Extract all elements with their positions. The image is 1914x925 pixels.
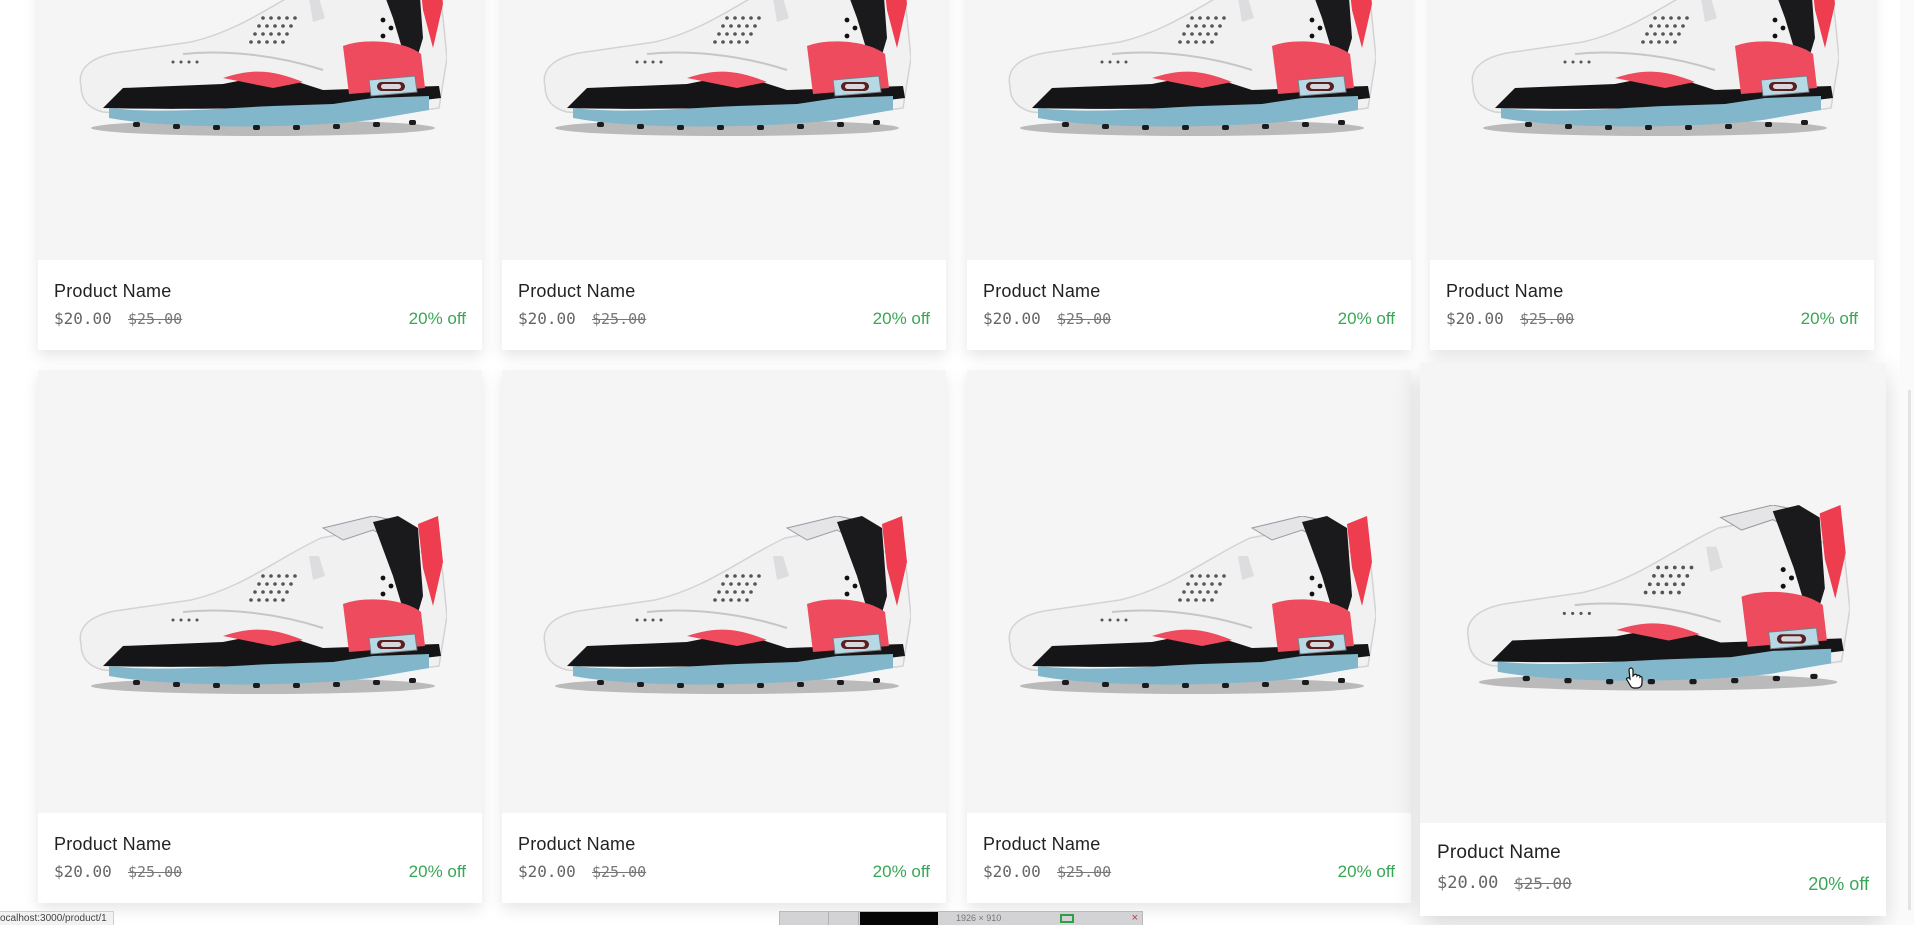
sneaker-image <box>1002 0 1376 148</box>
product-price: $20.00 <box>983 309 1041 328</box>
sneaker-image <box>1002 516 1376 706</box>
product-image-area <box>1420 363 1886 823</box>
product-name[interactable]: Product Name <box>518 281 635 302</box>
discount-label: 20% off <box>872 309 930 328</box>
product-info: Product Name $20.00 $25.00 20% off <box>502 813 946 903</box>
record-icon[interactable] <box>1060 914 1074 923</box>
product-info: Product Name $20.00 $25.00 20% off <box>967 813 1411 903</box>
product-card[interactable]: Product Name $20.00 $25.00 20% off <box>967 370 1411 903</box>
product-card[interactable]: Product Name $20.00 $25.00 20% off <box>1430 0 1874 350</box>
product-image-area <box>967 0 1411 262</box>
product-price: $20.00 <box>54 309 112 328</box>
sneaker-image <box>537 516 911 706</box>
product-info: Product Name $20.00 $25.00 20% off <box>38 813 482 903</box>
discount-label: 20% off <box>1337 862 1395 881</box>
product-card[interactable]: Product Name $20.00 $25.00 20% off <box>38 370 482 903</box>
sneaker-image <box>73 516 447 706</box>
hand-pointer-icon <box>1626 667 1643 689</box>
product-old-price: $25.00 <box>128 863 183 881</box>
discount-label: 20% off <box>1337 309 1395 328</box>
product-name[interactable]: Product Name <box>518 834 635 855</box>
sneaker-image <box>73 0 447 148</box>
sneaker-image <box>1465 0 1839 148</box>
product-card[interactable]: Product Name $20.00 $25.00 20% off <box>502 0 946 350</box>
product-info: Product Name $20.00 $25.00 20% off <box>967 260 1411 350</box>
product-old-price: $25.00 <box>128 310 183 328</box>
product-card-hovered[interactable]: Product Name $20.00 $25.00 20% off <box>1420 363 1886 916</box>
product-old-price: $25.00 <box>592 863 647 881</box>
recorder-toolbar: 1926 × 910 × <box>779 911 1143 925</box>
scrollbar-thumb[interactable] <box>1908 390 1911 910</box>
product-name[interactable]: Product Name <box>983 834 1100 855</box>
product-name[interactable]: Product Name <box>1437 842 1561 864</box>
sneaker-image <box>537 0 911 148</box>
product-price: $20.00 <box>518 862 576 881</box>
product-price: $20.00 <box>983 862 1041 881</box>
product-info: Product Name $20.00 $25.00 20% off <box>1420 823 1886 916</box>
discount-label: 20% off <box>1800 309 1858 328</box>
product-name[interactable]: Product Name <box>1446 281 1563 302</box>
product-card[interactable]: Product Name $20.00 $25.00 20% off <box>967 0 1411 350</box>
product-image-area <box>967 370 1411 815</box>
product-price: $20.00 <box>54 862 112 881</box>
scrollbar[interactable] <box>1900 0 1914 925</box>
product-info: Product Name $20.00 $25.00 20% off <box>38 260 482 350</box>
discount-label: 20% off <box>408 862 466 881</box>
sneaker-image <box>1460 505 1850 703</box>
gear-icon[interactable] <box>828 912 859 925</box>
product-info: Product Name $20.00 $25.00 20% off <box>502 260 946 350</box>
close-icon[interactable]: × <box>1132 912 1138 925</box>
product-old-price: $25.00 <box>1057 310 1112 328</box>
product-old-price: $25.00 <box>592 310 647 328</box>
product-card[interactable]: Product Name $20.00 $25.00 20% off <box>502 370 946 903</box>
product-name[interactable]: Product Name <box>54 834 171 855</box>
product-image-area <box>1430 0 1874 262</box>
product-image-area <box>502 370 946 815</box>
product-price: $20.00 <box>1446 309 1504 328</box>
product-grid: Product Name $20.00 $25.00 20% off Produ… <box>0 0 1914 925</box>
product-price: $20.00 <box>1437 873 1499 893</box>
status-url: ocalhost:3000/product/1 <box>0 911 114 925</box>
product-card[interactable]: Product Name $20.00 $25.00 20% off <box>38 0 482 350</box>
product-old-price: $25.00 <box>1514 874 1572 893</box>
product-name[interactable]: Product Name <box>54 281 171 302</box>
product-name[interactable]: Product Name <box>983 281 1100 302</box>
discount-label: 20% off <box>1808 874 1869 894</box>
discount-label: 20% off <box>408 309 466 328</box>
product-image-area <box>38 370 482 815</box>
product-image-area <box>38 0 482 262</box>
discount-label: 20% off <box>872 862 930 881</box>
toolbar-preview <box>860 912 938 925</box>
product-price: $20.00 <box>518 309 576 328</box>
product-info: Product Name $20.00 $25.00 20% off <box>1430 260 1874 350</box>
product-image-area <box>502 0 946 262</box>
product-old-price: $25.00 <box>1520 310 1575 328</box>
product-old-price: $25.00 <box>1057 863 1112 881</box>
size-label: 1926 × 910 <box>956 913 1002 923</box>
toolbar-segment[interactable] <box>780 912 829 925</box>
